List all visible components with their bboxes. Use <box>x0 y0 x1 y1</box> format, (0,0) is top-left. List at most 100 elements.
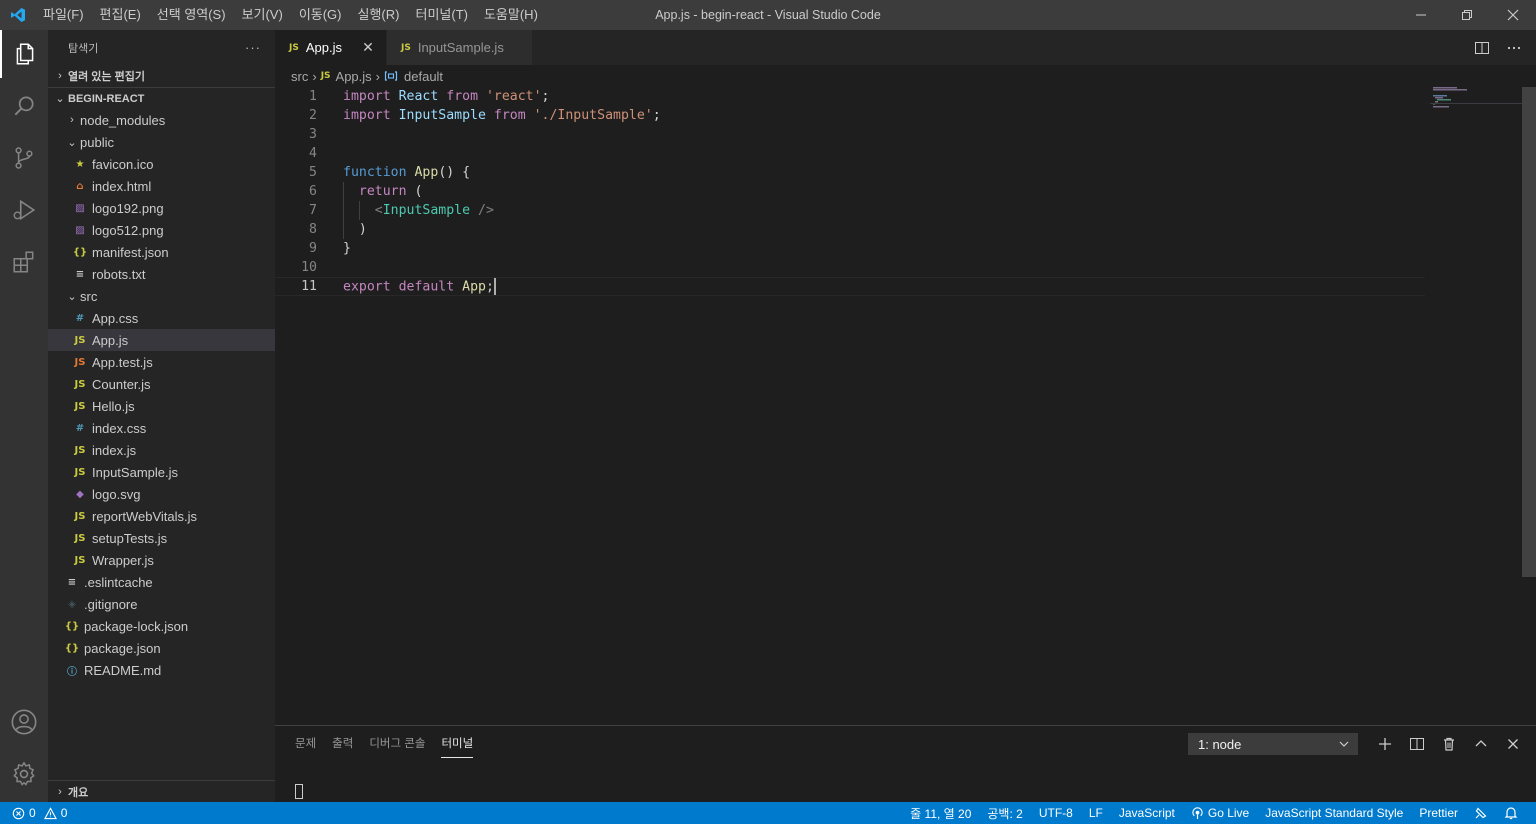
menu-run[interactable]: 실행(R) <box>350 0 408 30</box>
status-language[interactable]: JavaScript <box>1111 806 1183 820</box>
line-number: 8 <box>309 222 317 237</box>
warning-icon <box>43 806 57 819</box>
outline-section[interactable]: › 개요 <box>48 780 275 802</box>
tree-file[interactable]: ⓘ README.md <box>48 659 275 681</box>
status-indentation[interactable]: 공백: 2 <box>979 805 1030 822</box>
tree-file[interactable]: JS reportWebVitals.js <box>48 505 275 527</box>
explorer-more-icon[interactable]: ··· <box>245 40 261 55</box>
menu-help[interactable]: 도움말(H) <box>476 0 546 30</box>
project-section[interactable]: ⌄ BEGIN-REACT <box>48 87 275 109</box>
tree-file[interactable]: JS Hello.js <box>48 395 275 417</box>
window-controls <box>1398 0 1536 30</box>
explorer-button[interactable] <box>0 30 48 78</box>
restore-button[interactable] <box>1444 0 1490 30</box>
menu-go[interactable]: 이동(G) <box>291 0 350 30</box>
tree-file[interactable]: {} package.json <box>48 637 275 659</box>
tab-app-js[interactable]: JS App.js ✕ <box>275 30 387 65</box>
tree-file[interactable]: ▨ logo192.png <box>48 197 275 219</box>
tree-file[interactable]: ◆ logo.svg <box>48 483 275 505</box>
line-number: 10 <box>301 260 317 275</box>
tree-file[interactable]: ◈ .gitignore <box>48 593 275 615</box>
tree-folder[interactable]: ⌄ public <box>48 131 275 153</box>
split-terminal-button[interactable] <box>1407 735 1426 754</box>
js-file-icon: JS <box>74 378 86 390</box>
status-linter[interactable]: JavaScript Standard Style <box>1257 806 1411 820</box>
tree-item-label: index.html <box>92 178 152 194</box>
menu-view[interactable]: 보기(V) <box>234 0 291 30</box>
tree-file[interactable]: JS InputSample.js <box>48 461 275 483</box>
tree-file[interactable]: # App.css <box>48 307 275 329</box>
panel-tab-terminal[interactable]: 터미널 <box>441 730 474 758</box>
open-editors-section[interactable]: › 열려 있는 편집기 <box>48 65 275 87</box>
tree-file[interactable]: JS setupTests.js <box>48 527 275 549</box>
breadcrumb-file[interactable]: App.js <box>336 69 372 84</box>
split-editor-icon[interactable] <box>1474 40 1490 56</box>
close-window-button[interactable] <box>1490 0 1536 30</box>
code-line: 10 <box>275 258 1425 277</box>
more-actions-icon[interactable] <box>1506 40 1522 56</box>
broadcast-icon <box>1192 806 1203 819</box>
text-file-icon: ≡ <box>67 576 77 588</box>
code-editor[interactable]: 1 import React from 'react'; 2 import In… <box>275 87 1425 725</box>
extensions-button[interactable] <box>0 238 48 286</box>
code-text: import React from 'react'; <box>343 89 550 104</box>
project-label: BEGIN-REACT <box>68 92 145 105</box>
tree-file[interactable]: JS Wrapper.js <box>48 549 275 571</box>
panel-tab-problems[interactable]: 문제 <box>295 726 316 762</box>
new-terminal-button[interactable] <box>1375 735 1394 754</box>
status-eol[interactable]: LF <box>1081 806 1111 820</box>
tree-item-label: App.js <box>92 332 129 348</box>
account-button[interactable] <box>0 698 48 746</box>
tree-folder[interactable]: ⌄ src <box>48 285 275 307</box>
manage-button[interactable] <box>0 750 48 798</box>
tree-file[interactable]: JS Counter.js <box>48 373 275 395</box>
panel-tab-debug-console[interactable]: 디버그 콘솔 <box>369 726 425 762</box>
tree-file[interactable]: # index.css <box>48 417 275 439</box>
status-go-live[interactable]: Go Live <box>1183 806 1257 820</box>
tree-file[interactable]: JS App.test.js <box>48 351 275 373</box>
breadcrumb-folder[interactable]: src <box>291 69 308 84</box>
tree-file[interactable]: ≡ .eslintcache <box>48 571 275 593</box>
feedback-button[interactable] <box>1466 806 1496 820</box>
tree-file[interactable]: ≡ robots.txt <box>48 263 275 285</box>
tree-file[interactable]: {} package-lock.json <box>48 615 275 637</box>
status-problems[interactable]: 0 0 <box>0 806 67 820</box>
close-tab-icon[interactable]: ✕ <box>360 39 376 56</box>
terminal-select[interactable]: 1: node <box>1188 733 1358 755</box>
notifications-button[interactable] <box>1496 806 1526 820</box>
terminal-select-value: 1: node <box>1198 736 1242 752</box>
status-formatter[interactable]: Prettier <box>1411 806 1466 820</box>
image-file-icon: ▨ <box>75 224 85 236</box>
tab-inputsample-js[interactable]: JS InputSample.js <box>386 30 533 65</box>
status-cursor-position[interactable]: 줄 11, 열 20 <box>902 805 979 822</box>
terminal-cursor[interactable] <box>295 784 303 799</box>
scrollbar-thumb[interactable] <box>1522 87 1536 577</box>
tree-folder[interactable]: › node_modules <box>48 109 275 131</box>
chevron-right-icon: › <box>375 68 381 84</box>
menu-terminal[interactable]: 터미널(T) <box>407 0 475 30</box>
line-number: 7 <box>309 203 317 218</box>
tree-file[interactable]: {} manifest.json <box>48 241 275 263</box>
tree-file[interactable]: ▨ logo512.png <box>48 219 275 241</box>
minimap[interactable] <box>1430 87 1522 725</box>
source-control-button[interactable] <box>0 134 48 182</box>
tree-item-label: package-lock.json <box>84 618 189 634</box>
tree-file[interactable]: JS index.js <box>48 439 275 461</box>
menu-selection[interactable]: 선택 영역(S) <box>149 0 234 30</box>
panel-tab-output[interactable]: 출력 <box>332 726 353 762</box>
search-button[interactable] <box>0 82 48 130</box>
status-encoding[interactable]: UTF-8 <box>1031 806 1081 820</box>
maximize-panel-button[interactable] <box>1471 735 1490 754</box>
close-panel-button[interactable] <box>1503 735 1522 754</box>
menu-edit[interactable]: 편집(E) <box>92 0 149 30</box>
tree-item-label: node_modules <box>80 112 166 128</box>
editor-scrollbar[interactable] <box>1522 87 1536 725</box>
kill-terminal-button[interactable] <box>1439 735 1458 754</box>
breadcrumb-symbol[interactable]: default <box>404 69 443 84</box>
tree-file[interactable]: ★ favicon.ico <box>48 153 275 175</box>
run-debug-button[interactable] <box>0 186 48 234</box>
tree-file[interactable]: ⌂ index.html <box>48 175 275 197</box>
minimize-button[interactable] <box>1398 0 1444 30</box>
menu-file[interactable]: 파일(F) <box>35 0 92 30</box>
tree-file[interactable]: JS App.js <box>48 329 275 351</box>
